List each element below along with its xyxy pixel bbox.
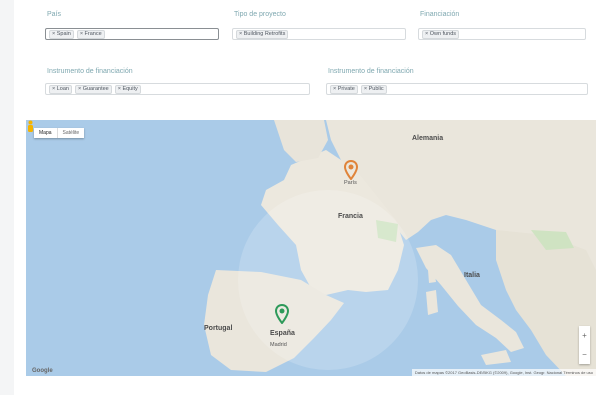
map-type-satellite-button[interactable]: Satélite: [56, 128, 85, 138]
instrumento-tag-2[interactable]: × Guarantee: [74, 84, 112, 94]
zoom-in-button[interactable]: +: [582, 331, 587, 340]
financiacion-field[interactable]: × Own funds: [418, 28, 586, 40]
instrumento-tag-3[interactable]: × Equity: [114, 84, 141, 94]
marker-spain[interactable]: [275, 304, 289, 324]
city-label-madrid: Madrid: [270, 342, 287, 348]
instrumento2-tag-2[interactable]: × Public: [360, 84, 387, 94]
country-label-france: Francia: [338, 213, 363, 220]
pais-tag-2[interactable]: × France: [76, 29, 105, 39]
pegman-icon[interactable]: [26, 120, 35, 133]
tipo-proyecto-field[interactable]: × Building Retrofits: [232, 28, 406, 40]
map-type-control: Mapa Satélite: [34, 128, 85, 138]
map-attribution[interactable]: Datos de mapas ©2017 GeoBasis-DE/BKG (©2…: [411, 369, 596, 376]
map-view[interactable]: Mapa Satélite Alemania Francia España It…: [26, 120, 596, 376]
instrumento2-tag-1[interactable]: × Private: [330, 84, 358, 94]
tipo-proyecto-label: Tipo de proyecto: [234, 11, 286, 18]
instrumento-financiacion-label: Instrumento de financiación: [47, 68, 133, 75]
city-label-paris: París: [344, 180, 357, 186]
financiacion-tag-1[interactable]: × Own funds: [422, 29, 460, 39]
country-label-germany: Alemania: [412, 135, 444, 142]
pais-label: País: [47, 11, 62, 18]
country-label-portugal: Portugal: [204, 325, 233, 332]
country-label-spain: España: [270, 330, 295, 337]
country-label-italy: Italia: [464, 272, 480, 279]
pais-field[interactable]: × Spain × France: [45, 28, 219, 40]
instrumento-financiacion-2-field[interactable]: × Private × Public: [326, 83, 588, 95]
zoom-out-button[interactable]: −: [582, 350, 587, 359]
pais-tag-1[interactable]: × Spain: [49, 29, 74, 39]
instrumento-financiacion-field[interactable]: × Loan × Guarantee × Equity: [45, 83, 310, 95]
instrumento-tag-1[interactable]: × Loan: [49, 84, 72, 94]
financiacion-label: Financiación: [420, 11, 460, 18]
map-type-map-button[interactable]: Mapa: [34, 128, 57, 138]
map-land: [204, 120, 596, 376]
marker-france[interactable]: [344, 160, 358, 180]
google-logo[interactable]: Google: [32, 368, 53, 374]
zoom-control: + −: [579, 326, 590, 364]
tipo-proyecto-tag-1[interactable]: × Building Retrofits: [236, 29, 289, 39]
instrumento-financiacion-2-label: Instrumento de financiación: [328, 68, 414, 75]
